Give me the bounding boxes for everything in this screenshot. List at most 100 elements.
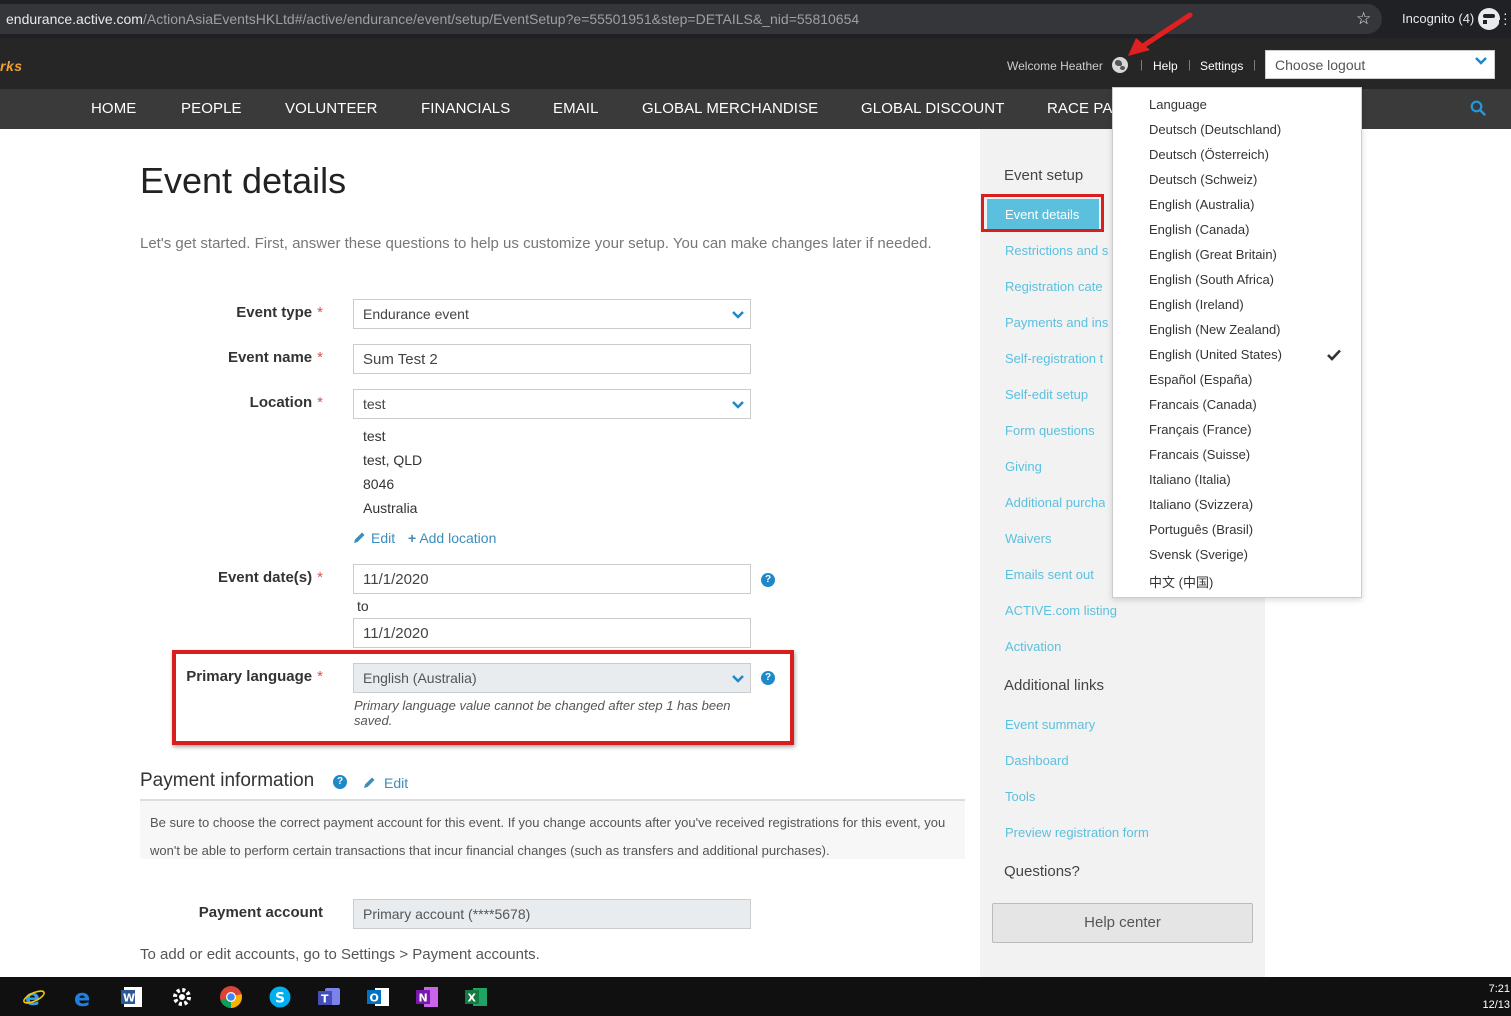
taskbar-clock[interactable]: 7:21 12/13 xyxy=(1480,981,1510,1013)
language-option[interactable]: Deutsch (Österreich) xyxy=(1149,147,1269,162)
svg-text:S: S xyxy=(275,991,285,1007)
language-option[interactable]: Italiano (Svizzera) xyxy=(1149,497,1253,512)
svg-text:X: X xyxy=(468,992,477,1005)
language-option[interactable]: English (Australia) xyxy=(1149,197,1255,212)
help-question-icon[interactable]: ? xyxy=(761,573,775,587)
sidebar-item-registration-categories[interactable]: Registration cate xyxy=(1005,279,1103,294)
payment-section-title: Payment information xyxy=(140,770,315,791)
chrome-icon[interactable] xyxy=(219,985,243,1009)
nav-people[interactable]: PEOPLE xyxy=(181,100,242,117)
address-line: test, QLD xyxy=(363,452,423,468)
language-option[interactable]: Español (España) xyxy=(1149,372,1252,387)
browser-menu-icon[interactable]: · · · xyxy=(1503,6,1508,30)
event-type-select[interactable]: Endurance event xyxy=(353,299,751,329)
sidebar-item-additional-purchases[interactable]: Additional purcha xyxy=(1005,495,1105,510)
payment-info-box: Be sure to choose the correct payment ac… xyxy=(140,801,965,859)
sidebar-item-event-summary[interactable]: Event summary xyxy=(1005,717,1095,732)
event-type-label: Event type * xyxy=(236,304,323,321)
intro-text: Let's get started. First, answer these q… xyxy=(140,235,932,252)
url-path: /ActionAsiaEventsHKLtd#/active/endurance… xyxy=(142,11,860,27)
language-option[interactable]: Svensk (Sverige) xyxy=(1149,547,1248,562)
sidebar-item-dashboard[interactable]: Dashboard xyxy=(1005,753,1069,768)
nav-home[interactable]: HOME xyxy=(91,100,136,117)
language-option[interactable]: 中文 (中国) xyxy=(1149,572,1213,591)
sidebar-item-form-questions[interactable]: Form questions xyxy=(1005,423,1095,438)
help-question-icon[interactable]: ? xyxy=(761,671,775,685)
sidebar-item-tools[interactable]: Tools xyxy=(1005,789,1035,804)
nav-volunteer[interactable]: VOLUNTEER xyxy=(285,100,378,117)
incognito-icon[interactable] xyxy=(1478,8,1503,30)
primary-language-label: Primary language * xyxy=(186,668,323,685)
internet-explorer-icon[interactable]: e xyxy=(22,985,46,1009)
help-question-icon[interactable]: ? xyxy=(333,775,347,789)
edge-icon[interactable]: e xyxy=(72,985,96,1009)
primary-language-select[interactable]: English (Australia) xyxy=(353,663,751,693)
sidebar-item-preview-form[interactable]: Preview registration form xyxy=(1005,825,1149,840)
address-line: 8046 xyxy=(363,476,395,492)
word-icon[interactable]: W xyxy=(120,985,144,1009)
sidebar-item-emails[interactable]: Emails sent out xyxy=(1005,567,1094,582)
nav-race-pa[interactable]: RACE PA xyxy=(1047,100,1112,117)
nav-financials[interactable]: FINANCIALS xyxy=(421,100,510,117)
sidebar-item-payments[interactable]: Payments and ins xyxy=(1005,315,1108,330)
sidebar-item-self-registration[interactable]: Self-registration t xyxy=(1005,351,1103,366)
event-name-input[interactable]: Sum Test 2 xyxy=(353,344,751,374)
nav-email[interactable]: EMAIL xyxy=(553,100,599,117)
language-option[interactable]: Deutsch (Deutschland) xyxy=(1149,122,1281,137)
sidebar-item-self-edit-setup[interactable]: Self-edit setup xyxy=(1005,387,1088,402)
globe-icon[interactable] xyxy=(1112,57,1128,73)
date-to-text: to xyxy=(357,598,369,614)
add-location-link[interactable]: + Add location xyxy=(408,530,496,546)
language-option[interactable]: English (South Africa) xyxy=(1149,272,1274,287)
svg-text:N: N xyxy=(419,992,428,1005)
edit-payment-link[interactable]: Edit xyxy=(384,775,408,791)
sidebar-item-activation[interactable]: Activation xyxy=(1005,639,1061,654)
onenote-icon[interactable]: N xyxy=(415,985,439,1009)
help-link[interactable]: Help xyxy=(1153,59,1178,73)
highlight-box xyxy=(981,194,1104,232)
language-option[interactable]: Français (France) xyxy=(1149,422,1252,437)
language-option[interactable]: Deutsch (Schweiz) xyxy=(1149,172,1257,187)
sidebar-heading-setup: Event setup xyxy=(1004,167,1084,184)
logout-select[interactable]: Choose logout xyxy=(1265,50,1495,79)
language-option[interactable]: English (New Zealand) xyxy=(1149,322,1281,337)
location-select[interactable]: test xyxy=(353,389,751,419)
payment-account-input[interactable]: Primary account (****5678) xyxy=(353,899,751,929)
language-menu-header: Language xyxy=(1149,97,1207,112)
language-option[interactable]: English (Canada) xyxy=(1149,222,1249,237)
svg-text:T: T xyxy=(321,993,329,1006)
chevron-down-icon xyxy=(732,401,744,409)
sidebar-item-restrictions[interactable]: Restrictions and s xyxy=(1005,243,1108,258)
edit-location-link[interactable]: Edit xyxy=(371,530,395,546)
end-date-input[interactable]: 11/1/2020 xyxy=(353,618,751,648)
bookmark-star-icon[interactable]: ☆ xyxy=(1356,10,1371,28)
language-option[interactable]: Italiano (Italia) xyxy=(1149,472,1231,487)
outlook-icon[interactable]: O xyxy=(366,985,390,1009)
annotation-arrow-icon xyxy=(1128,12,1193,56)
language-option[interactable]: English (Ireland) xyxy=(1149,297,1244,312)
language-option[interactable]: Francais (Canada) xyxy=(1149,397,1257,412)
nav-global-discount[interactable]: GLOBAL DISCOUNT xyxy=(861,100,1004,117)
start-date-input[interactable]: 11/1/2020 xyxy=(353,564,751,594)
gear-icon[interactable] xyxy=(170,985,194,1009)
teams-icon[interactable]: T xyxy=(317,985,341,1009)
location-label: Location * xyxy=(249,394,323,411)
nav-global-merchandise[interactable]: GLOBAL MERCHANDISE xyxy=(642,100,818,117)
plus-icon: + xyxy=(408,530,417,546)
sidebar-item-waivers[interactable]: Waivers xyxy=(1005,531,1051,546)
settings-link[interactable]: Settings xyxy=(1200,59,1243,73)
search-icon[interactable] xyxy=(1470,100,1486,116)
separator: | xyxy=(1188,59,1191,71)
language-option[interactable]: Francais (Suisse) xyxy=(1149,447,1250,462)
language-option[interactable]: Português (Brasil) xyxy=(1149,522,1253,537)
sidebar-item-active-listing[interactable]: ACTIVE.com listing xyxy=(1005,603,1117,618)
site-logo[interactable]: rks xyxy=(0,58,23,74)
payment-footer-note: To add or edit accounts, go to Settings … xyxy=(140,946,540,963)
help-center-button[interactable]: Help center xyxy=(992,903,1253,943)
language-option-selected[interactable]: English (United States) xyxy=(1149,347,1282,362)
skype-icon[interactable]: S xyxy=(268,985,292,1009)
chevron-down-icon xyxy=(732,311,744,319)
excel-icon[interactable]: X xyxy=(464,985,488,1009)
language-option[interactable]: English (Great Britain) xyxy=(1149,247,1277,262)
sidebar-item-giving[interactable]: Giving xyxy=(1005,459,1042,474)
